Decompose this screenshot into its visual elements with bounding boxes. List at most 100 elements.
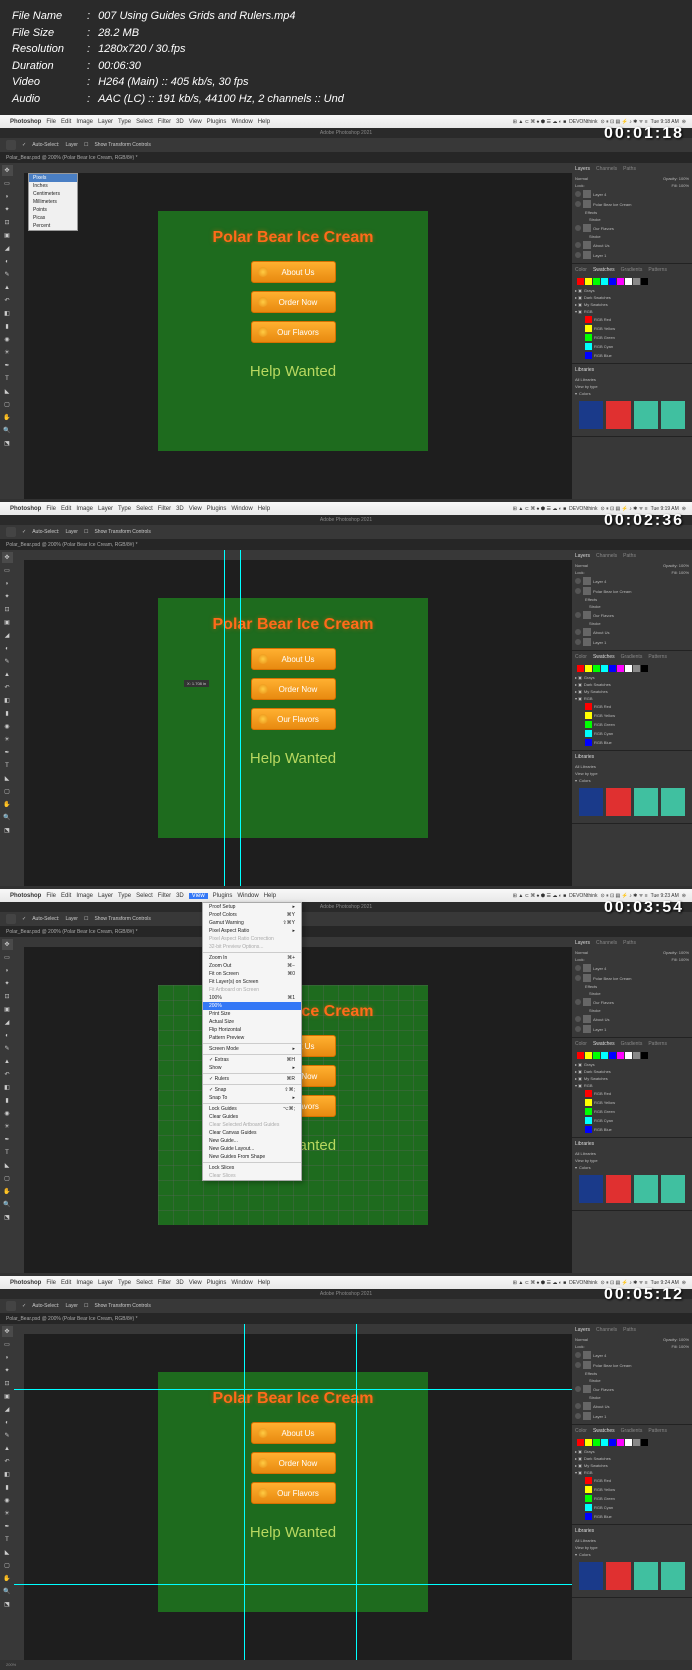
menu-file[interactable]: File bbox=[46, 119, 56, 125]
eraser-tool[interactable]: ◧ bbox=[2, 308, 13, 319]
view-menu-item[interactable]: Flip Horizontal bbox=[203, 1026, 301, 1034]
type-tool[interactable]: T bbox=[2, 373, 13, 384]
marquee-tool[interactable]: ▭ bbox=[2, 178, 13, 189]
view-menu-item[interactable]: Zoom Out⌘− bbox=[203, 962, 301, 970]
menu-3d[interactable]: 3D bbox=[176, 119, 184, 125]
view-menu-item[interactable]: Clear Canvas Guides bbox=[203, 1129, 301, 1137]
ruler-horizontal[interactable] bbox=[14, 163, 572, 173]
view-menu-item[interactable]: Print Size bbox=[203, 1010, 301, 1018]
about-us-button[interactable]: About Us bbox=[251, 261, 336, 283]
brush-tool[interactable]: ✎ bbox=[2, 269, 13, 280]
view-menu-item[interactable]: 200% bbox=[203, 1002, 301, 1010]
ruler-points[interactable]: Points bbox=[29, 206, 77, 214]
heal-tool[interactable]: ◐ bbox=[2, 256, 13, 267]
view-menu-item[interactable]: New Guide Layout... bbox=[203, 1145, 301, 1153]
gradient-tool[interactable]: ▮ bbox=[2, 321, 13, 332]
view-menu-item[interactable]: Lock Guides⌥⌘; bbox=[203, 1105, 301, 1113]
pen-tool[interactable]: ✒ bbox=[2, 360, 13, 371]
menu-layer[interactable]: Layer bbox=[98, 119, 113, 125]
view-menu-item[interactable]: Fit on Screen⌘0 bbox=[203, 970, 301, 978]
move-tool[interactable]: ✥ bbox=[2, 552, 13, 563]
dodge-tool[interactable]: ☀ bbox=[2, 347, 13, 358]
guide-horizontal[interactable] bbox=[14, 1389, 572, 1390]
guide-horizontal[interactable] bbox=[14, 1584, 572, 1585]
menu-window[interactable]: Window bbox=[231, 119, 252, 125]
lasso-tool[interactable]: ◗ bbox=[2, 191, 13, 202]
hand-tool[interactable]: ✋ bbox=[2, 412, 13, 423]
swatch[interactable] bbox=[577, 278, 584, 285]
view-menu-item[interactable]: New Guides From Shape bbox=[203, 1153, 301, 1161]
view-menu-item[interactable]: Proof Setup▸ bbox=[203, 903, 301, 911]
lib-color[interactable] bbox=[634, 401, 658, 429]
ruler-cm[interactable]: Centimeters bbox=[29, 190, 77, 198]
paths-tab[interactable]: Paths bbox=[623, 166, 636, 172]
crop-tool[interactable]: ⊡ bbox=[2, 217, 13, 228]
menu-plugins[interactable]: Plugins bbox=[207, 119, 227, 125]
menu-edit[interactable]: Edit bbox=[61, 119, 71, 125]
lib-color[interactable] bbox=[661, 401, 685, 429]
layer-item[interactable]: Our Flavors bbox=[575, 223, 689, 233]
menu-select[interactable]: Select bbox=[136, 119, 153, 125]
home-icon[interactable] bbox=[6, 527, 16, 537]
home-icon[interactable] bbox=[6, 140, 16, 150]
view-menu-item[interactable]: Pixel Aspect Ratio▸ bbox=[203, 927, 301, 935]
ruler-pixels[interactable]: Pixels bbox=[29, 174, 77, 182]
document-tab[interactable]: Polar_Bear.psd @ 200% (Polar Bear Ice Cr… bbox=[0, 152, 692, 163]
canvas-area[interactable]: Pixels Inches Centimeters Millimeters Po… bbox=[14, 163, 572, 499]
order-now-button[interactable]: Order Now bbox=[251, 291, 336, 313]
layer-select[interactable]: Layer bbox=[65, 142, 78, 148]
view-menu-item[interactable]: Lock Slices bbox=[203, 1164, 301, 1172]
stamp-tool[interactable]: ▲ bbox=[2, 282, 13, 293]
guide-vertical[interactable] bbox=[224, 550, 225, 886]
guide-vertical-dragging[interactable] bbox=[240, 550, 241, 886]
view-menu-item[interactable]: Screen Mode▸ bbox=[203, 1045, 301, 1053]
view-menu-item[interactable]: Pattern Preview bbox=[203, 1034, 301, 1042]
view-menu-item[interactable]: Fit Layer(s) on Screen bbox=[203, 978, 301, 986]
layer-item[interactable]: About Us bbox=[575, 240, 689, 250]
layer-item[interactable]: Layer 1 bbox=[575, 250, 689, 260]
ruler-inches[interactable]: Inches bbox=[29, 182, 77, 190]
layer-item[interactable]: Polar Bear Ice Cream bbox=[575, 199, 689, 209]
view-menu-item[interactable]: ✓ Snap⇧⌘; bbox=[203, 1086, 301, 1094]
view-menu-item[interactable]: Actual Size bbox=[203, 1018, 301, 1026]
menu-type[interactable]: Type bbox=[118, 119, 131, 125]
menu-view[interactable]: View bbox=[189, 119, 202, 125]
menu-filter[interactable]: Filter bbox=[158, 119, 171, 125]
zoom-tool[interactable]: 🔍 bbox=[2, 425, 13, 436]
color-swap-icon[interactable]: ⬔ bbox=[2, 438, 13, 449]
layer-effect[interactable]: Effects bbox=[575, 209, 689, 216]
ruler-percent[interactable]: Percent bbox=[29, 222, 77, 230]
view-menu-item[interactable]: New Guide... bbox=[203, 1137, 301, 1145]
layer-item[interactable]: Layer 4 bbox=[575, 189, 689, 199]
ruler-picas[interactable]: Picas bbox=[29, 214, 77, 222]
lib-color[interactable] bbox=[579, 401, 603, 429]
view-menu-item[interactable]: Snap To▸ bbox=[203, 1094, 301, 1102]
guide-vertical[interactable] bbox=[356, 1324, 357, 1660]
view-menu-item[interactable]: ✓ Extras⌘H bbox=[203, 1056, 301, 1064]
shape-tool[interactable]: ▢ bbox=[2, 399, 13, 410]
move-tool[interactable]: ✥ bbox=[2, 165, 13, 176]
channels-tab[interactable]: Channels bbox=[596, 166, 617, 172]
menu-help[interactable]: Help bbox=[258, 119, 270, 125]
eyedropper-tool[interactable]: ◢ bbox=[2, 243, 13, 254]
app-name[interactable]: Photoshop bbox=[10, 119, 41, 125]
layer-effect[interactable]: Stroke bbox=[575, 233, 689, 240]
menu-image[interactable]: Image bbox=[76, 119, 93, 125]
history-tool[interactable]: ↶ bbox=[2, 295, 13, 306]
menu-view-open[interactable]: View bbox=[189, 893, 208, 899]
view-menu-item[interactable]: ✓ Rulers⌘R bbox=[203, 1075, 301, 1083]
view-menu-item[interactable]: Proof Colors⌘Y bbox=[203, 911, 301, 919]
view-menu-item[interactable]: Zoom In⌘+ bbox=[203, 954, 301, 962]
our-flavors-button[interactable]: Our Flavors bbox=[251, 321, 336, 343]
layers-tab[interactable]: Layers bbox=[575, 166, 590, 172]
wand-tool[interactable]: ✦ bbox=[2, 204, 13, 215]
path-tool[interactable]: ◣ bbox=[2, 386, 13, 397]
view-menu-item[interactable]: 100%⌘1 bbox=[203, 994, 301, 1002]
view-menu-item[interactable]: Show▸ bbox=[203, 1064, 301, 1072]
layer-effect[interactable]: Stroke bbox=[575, 216, 689, 223]
frame-tool[interactable]: ▣ bbox=[2, 230, 13, 241]
canvas[interactable]: Polar Bear Ice Cream About Us Order Now … bbox=[158, 211, 428, 451]
view-menu-item[interactable]: Clear Guides bbox=[203, 1113, 301, 1121]
guide-vertical[interactable] bbox=[244, 1324, 245, 1660]
view-menu-item[interactable]: Gamut Warning⇧⌘Y bbox=[203, 919, 301, 927]
